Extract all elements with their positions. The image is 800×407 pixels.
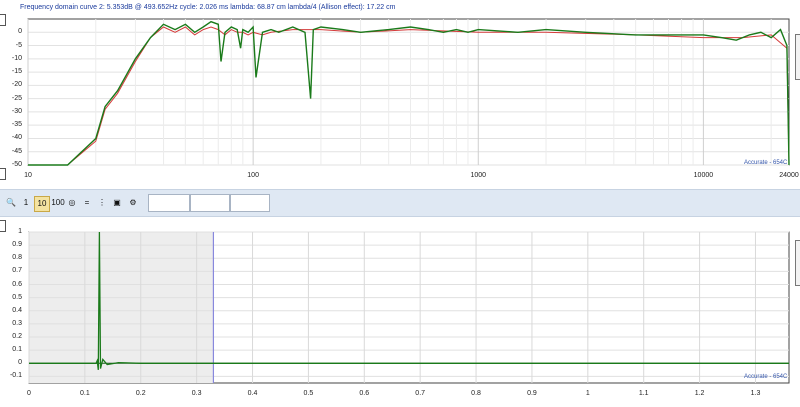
target-icon[interactable]: ◎ <box>66 196 78 210</box>
status-readout: Frequency domain curve 2: 5.353dB @ 493.… <box>20 4 396 11</box>
time-x-tick: 0.9 <box>527 390 537 397</box>
freq-y-tick: -35 <box>11 121 22 129</box>
toolbar-field-3[interactable] <box>230 194 270 212</box>
time-x-tick: 1 <box>585 390 590 397</box>
freq-y-tick: -25 <box>11 94 22 102</box>
freq-y-tick: -40 <box>11 134 22 142</box>
impulse-response-panel: 1 0.9 0.8 0.7 0.6 0.5 0.4 0.3 0.2 0.1 0 -0.1 0 0.1 0.… <box>0 224 800 402</box>
time-x-tick: 1.3 <box>750 390 761 397</box>
zoom-10-button[interactable]: 10 <box>34 196 50 212</box>
time-x-tick: 1.1 <box>638 390 649 397</box>
time-y-tick: 0.9 <box>12 241 22 249</box>
freq-watermark: Accurate - 654C <box>744 160 788 166</box>
freq-plot-area <box>27 18 790 166</box>
time-y-tick: 0.7 <box>12 267 22 275</box>
time-x-tick: 0.4 <box>247 390 258 397</box>
settings-icon[interactable]: ⚙ <box>126 196 140 210</box>
freq-y-tick: -50 <box>11 161 22 168</box>
time-y-tick: 0.3 <box>12 319 22 327</box>
time-y-tick: 0 <box>18 359 22 367</box>
impulse-chart[interactable] <box>0 224 800 402</box>
time-watermark: Accurate - 654C <box>744 374 788 380</box>
time-x-tick: 0 <box>27 390 31 397</box>
freq-y-tick: -45 <box>11 147 22 155</box>
freq-y-tick: 0 <box>18 28 22 36</box>
time-y-tick: 0.1 <box>12 346 22 354</box>
time-y-tick: 1 <box>18 228 22 235</box>
zoom-100-button[interactable]: 100 <box>50 196 66 210</box>
time-x-tick: 0.1 <box>80 390 90 397</box>
time-x-tick: 1.2 <box>694 390 705 397</box>
time-y-tick: 0.5 <box>12 293 22 301</box>
time-x-tick: 0.6 <box>359 390 370 397</box>
time-x-tick: 0.5 <box>303 390 314 397</box>
time-x-tick: 0.8 <box>471 390 481 397</box>
monitor-icon[interactable]: ▣ <box>110 196 124 210</box>
freq-y-tick: -30 <box>11 107 22 115</box>
freq-x-tick: 10 <box>24 172 32 179</box>
toolbar-field-1[interactable] <box>148 194 190 212</box>
frequency-chart[interactable] <box>0 14 800 190</box>
selection-region <box>29 232 214 383</box>
freq-y-tick: -15 <box>11 68 22 76</box>
freq-x-tick: 24000 <box>779 172 799 179</box>
freq-x-tick: 10000 <box>693 172 714 179</box>
equals-icon[interactable]: = <box>80 196 94 210</box>
time-y-tick: 0.6 <box>12 280 22 288</box>
toolbar: 🔍 1 10 100 ◎ = ⋮ ▣ ⚙ <box>0 189 800 217</box>
frequency-response-panel: 0 -5 -10 -15 -20 -25 -30 -35 -40 -45 -50 10 100 1000… <box>0 14 800 190</box>
time-y-tick: 0.2 <box>12 333 22 341</box>
time-y-tick: -0.1 <box>9 372 22 380</box>
cursor-icon[interactable]: ⋮ <box>96 196 108 210</box>
toolbar-field-2[interactable] <box>190 194 230 212</box>
freq-y-tick: -5 <box>15 41 22 49</box>
freq-y-tick: -20 <box>11 81 22 89</box>
freq-x-tick: 1000 <box>470 172 487 179</box>
time-x-tick: 0.2 <box>135 390 146 397</box>
zoom-in-icon[interactable]: 🔍 <box>4 196 18 210</box>
time-x-tick: 0.7 <box>415 390 426 397</box>
freq-x-tick: 100 <box>247 172 259 179</box>
time-x-tick: 0.3 <box>191 390 202 397</box>
freq-y-tick: -10 <box>11 54 22 62</box>
time-y-tick: 0.4 <box>12 306 22 314</box>
time-y-tick: 0.8 <box>12 254 22 262</box>
zoom-1-button[interactable]: 1 <box>20 196 32 210</box>
